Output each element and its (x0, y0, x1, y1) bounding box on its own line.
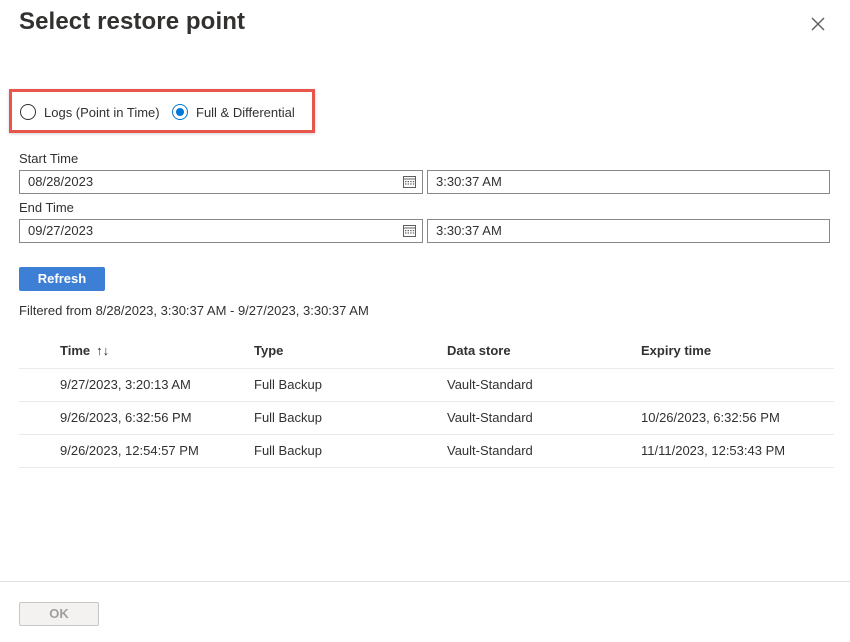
cell-data-store: Vault-Standard (447, 377, 533, 392)
radio-circle[interactable] (172, 104, 188, 120)
calendar-icon[interactable] (403, 224, 416, 237)
radio-label: Logs (Point in Time) (44, 104, 160, 120)
column-header-time[interactable]: Time ↑↓ (60, 337, 109, 365)
table-row[interactable]: 9/26/2023, 6:32:56 PM Full Backup Vault-… (19, 402, 834, 435)
cell-time: 9/26/2023, 6:32:56 PM (60, 410, 192, 425)
cell-type: Full Backup (254, 443, 322, 458)
cell-type: Full Backup (254, 377, 322, 392)
restore-type-highlight: Logs (Point in Time) Full & Differential (9, 89, 315, 133)
start-time-input[interactable]: 3:30:37 AM (427, 170, 830, 194)
restore-points-table: Time ↑↓ Type Data store Expiry time 9/27/… (19, 337, 834, 468)
close-icon[interactable] (806, 12, 830, 36)
footer-divider (0, 581, 850, 582)
radio-circle[interactable] (20, 104, 36, 120)
table-header: Time ↑↓ Type Data store Expiry time (19, 337, 834, 369)
cell-data-store: Vault-Standard (447, 410, 533, 425)
dialog-title: Select restore point (19, 8, 246, 35)
refresh-button[interactable]: Refresh (19, 267, 105, 291)
start-time-value: 3:30:37 AM (436, 174, 502, 189)
column-header-expiry-time: Expiry time (641, 343, 712, 358)
table-row[interactable]: 9/26/2023, 12:54:57 PM Full Backup Vault… (19, 435, 834, 468)
radio-full-differential[interactable]: Full & Differential (172, 104, 295, 120)
end-time-value: 3:30:37 AM (436, 223, 502, 238)
cell-type: Full Backup (254, 410, 322, 425)
end-date-input[interactable]: 09/27/2023 (19, 219, 423, 243)
end-time-input[interactable]: 3:30:37 AM (427, 219, 830, 243)
cell-data-store: Vault-Standard (447, 443, 533, 458)
start-time-label: Start Time (19, 151, 79, 166)
ok-button[interactable]: OK (19, 602, 99, 626)
cell-time: 9/27/2023, 3:20:13 AM (60, 377, 191, 392)
column-header-label: Time (60, 343, 91, 358)
end-time-label: End Time (19, 200, 74, 215)
column-header-data-store: Data store (447, 343, 511, 358)
cell-time: 9/26/2023, 12:54:57 PM (60, 443, 199, 458)
filter-summary: Filtered from 8/28/2023, 3:30:37 AM - 9/… (19, 303, 369, 318)
start-date-input[interactable]: 08/28/2023 (19, 170, 423, 194)
calendar-icon[interactable] (403, 175, 416, 188)
sort-icon[interactable]: ↑↓ (96, 337, 109, 365)
radio-logs-point-in-time[interactable]: Logs (Point in Time) (20, 104, 160, 120)
end-date-value: 09/27/2023 (28, 223, 94, 238)
table-row[interactable]: 9/27/2023, 3:20:13 AM Full Backup Vault-… (19, 369, 834, 402)
radio-label: Full & Differential (196, 104, 295, 120)
cell-expiry-time: 11/11/2023, 12:53:43 PM (641, 443, 786, 458)
start-date-value: 08/28/2023 (28, 174, 94, 189)
restore-point-dialog: Select restore point Logs (Point in Time… (0, 0, 850, 642)
cell-expiry-time: 10/26/2023, 6:32:56 PM (641, 410, 780, 425)
column-header-type: Type (254, 343, 284, 358)
